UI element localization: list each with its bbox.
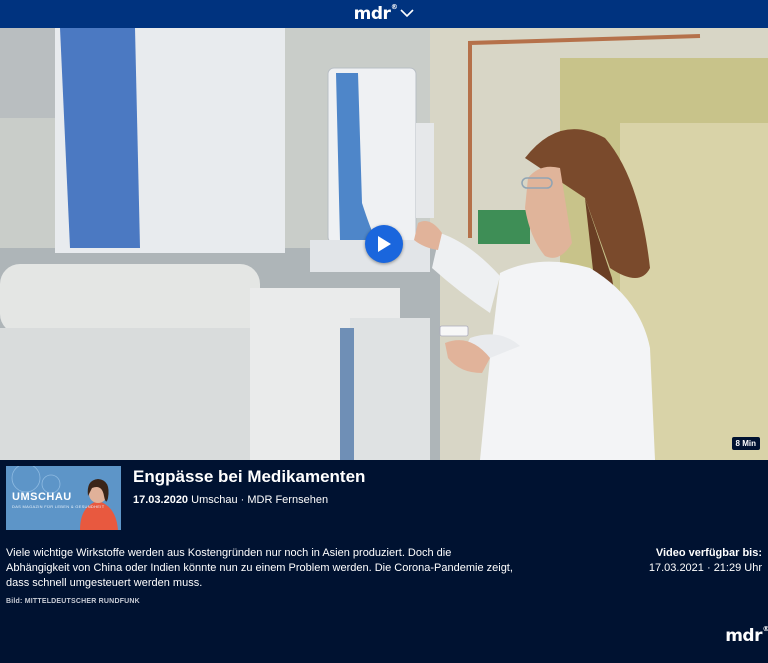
availability-date: 17.03.2021 · 21:29 Uhr [648, 562, 762, 574]
video-meta: 17.03.2020 Umschau · MDR Fernsehen [133, 494, 328, 506]
footer-mdr-logo[interactable]: mdr ® [725, 626, 768, 646]
logo-registered-mark: ® [762, 625, 768, 633]
thumbnail-subtitle: DAS MAGAZIN FÜR LEBEN & GESUNDHEIT [12, 504, 105, 509]
play-button[interactable] [365, 225, 403, 263]
thumbnail-title: UMSCHAU [12, 491, 72, 503]
logo-registered-mark: ® [390, 2, 398, 11]
video-title: Engpässe bei Medikamenten [133, 467, 366, 486]
mdr-logo-menu[interactable]: mdr ® [353, 3, 415, 24]
program-channel: Umschau · MDR Fernsehen [191, 494, 329, 506]
video-player[interactable]: 8 Min [0, 28, 768, 460]
program-thumbnail[interactable]: UMSCHAU DAS MAGAZIN FÜR LEBEN & GESUNDHE… [6, 466, 121, 530]
availability-info: Video verfügbar bis: 17.03.2021 · 21:29 … [649, 546, 762, 576]
header-bar: mdr ® [0, 0, 768, 28]
logo-label: mdr [725, 626, 762, 646]
availability-label: Video verfügbar bis: [655, 547, 762, 559]
video-description: Viele wichtige Wirkstoffe werden aus Kos… [6, 547, 513, 589]
image-credit: Bild: MITTELDEUTSCHER RUNDFUNK [6, 598, 140, 605]
mdr-logo: mdr ® [725, 626, 768, 646]
duration-badge: 8 Min [731, 437, 760, 450]
chevron-down-icon[interactable] [400, 5, 414, 23]
mdr-logo: mdr ® [353, 3, 398, 24]
broadcast-date: 17.03.2020 [133, 494, 189, 506]
play-icon [378, 236, 391, 252]
logo-label: mdr [353, 3, 391, 24]
